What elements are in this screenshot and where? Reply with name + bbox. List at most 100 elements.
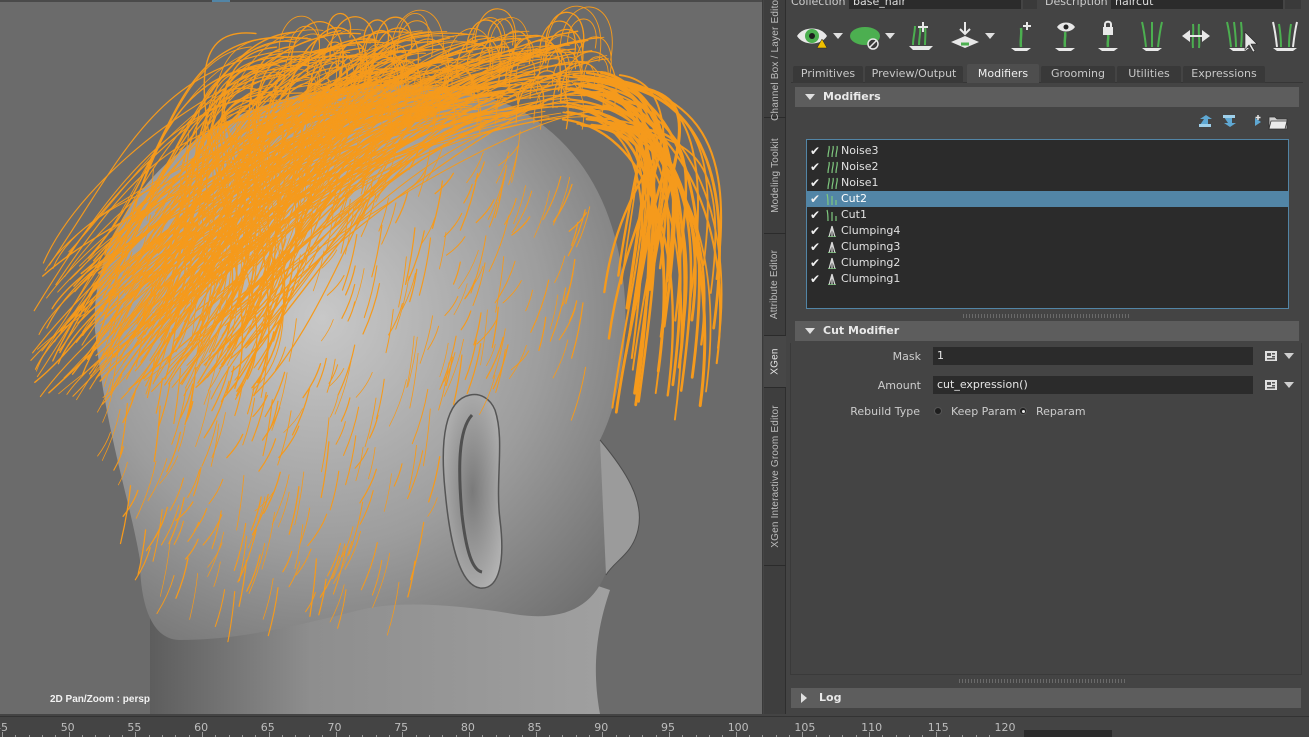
time-slider[interactable]: 4550556065707580859095100105110115120 [0, 716, 1309, 737]
move-down-icon[interactable] [1221, 114, 1239, 128]
tab-primitives[interactable]: Primitives [793, 66, 863, 83]
timeline-tick [802, 732, 804, 737]
xgen-panel: Collection base_hair Description haircut [787, 0, 1309, 714]
current-frame-field[interactable] [1024, 730, 1112, 737]
timeline-frame-label: 100 [727, 721, 749, 734]
add-guides-icon[interactable] [903, 18, 939, 54]
radio-reparam[interactable] [1019, 407, 1027, 415]
guide-select-icon[interactable] [1223, 18, 1259, 54]
modifier-row-noise1[interactable]: ✔ Noise1 [807, 175, 1288, 191]
side-tab-label: Attribute Editor [769, 249, 781, 320]
move-guides-icon[interactable] [947, 18, 999, 54]
radio-keep-param[interactable] [934, 407, 942, 415]
modifier-row-clumping2[interactable]: ✔ Clumping2 [807, 255, 1288, 271]
tab-preview-output[interactable]: Preview/Output [865, 66, 963, 83]
guide-visibility-icon[interactable] [1047, 18, 1083, 54]
modifier-row-cut2[interactable]: ✔ Cut2 [807, 191, 1288, 207]
modifier-row-clumping3[interactable]: ✔ Clumping3 [807, 239, 1288, 255]
collection-dropdown-arrow[interactable] [1023, 0, 1037, 9]
modifier-enabled-checkbox[interactable]: ✔ [810, 191, 822, 207]
clump-modifier-icon [828, 257, 836, 269]
xgen-tab-bar: Primitives Preview/Output Modifiers Groo… [791, 64, 1303, 83]
side-tab-channel-box[interactable]: Channel Box / Layer Editor [764, 0, 786, 121]
modifier-enabled-checkbox[interactable]: ✔ [810, 143, 822, 159]
description-dropdown-arrow[interactable] [1285, 0, 1301, 9]
modifier-enabled-checkbox[interactable]: ✔ [810, 223, 822, 239]
panel-resize-grip[interactable] [959, 679, 1127, 683]
timeline-tick [135, 732, 137, 737]
add-guide-icon[interactable] [1003, 18, 1039, 54]
modifier-name: Noise2 [841, 160, 879, 173]
guide-rebuild-icon[interactable] [1267, 18, 1303, 54]
log-section-header[interactable]: Log [791, 688, 1301, 708]
amount-options-arrow[interactable] [1284, 382, 1294, 388]
collection-dropdown[interactable]: base_hair [849, 0, 1021, 9]
timeline-frame-label: 105 [794, 721, 816, 734]
lock-guides-icon[interactable] [1090, 18, 1126, 54]
list-resize-grip[interactable] [963, 314, 1131, 318]
mask-field[interactable]: 1 [933, 347, 1253, 365]
timeline-tick [202, 732, 204, 737]
log-section-title: Log [819, 691, 842, 704]
timeline-frame-label: 115 [927, 721, 949, 734]
modifier-enabled-checkbox[interactable]: ✔ [810, 271, 822, 287]
modifiers-section-header[interactable]: Modifiers [795, 87, 1299, 107]
viewport-3d[interactable]: 2D Pan/Zoom : persp [0, 0, 763, 714]
modifier-row-clumping1[interactable]: ✔ Clumping1 [807, 271, 1288, 287]
xgen-toolbar [787, 12, 1309, 60]
modifier-name: Clumping3 [841, 240, 901, 253]
viewport-render [30, 5, 723, 714]
modifier-row-cut1[interactable]: ✔ Cut1 [807, 207, 1288, 223]
clump-modifier-icon [828, 273, 836, 285]
clump-modifier-icon [828, 225, 836, 237]
cut-modifier-section-header[interactable]: Cut Modifier [795, 321, 1299, 341]
description-dropdown[interactable]: haircut [1111, 0, 1283, 9]
tab-modifiers[interactable]: Modifiers [967, 64, 1039, 83]
timeline-tick [602, 732, 604, 737]
modifier-enabled-checkbox[interactable]: ✔ [810, 239, 822, 255]
modifier-enabled-checkbox[interactable]: ✔ [810, 207, 822, 223]
noise-modifier-icon [827, 145, 838, 157]
timeline-frame-label: 70 [327, 721, 342, 734]
expression-editor-icon[interactable] [1264, 350, 1278, 362]
timeline-frame-label: 50 [60, 721, 75, 734]
eye-preview-icon[interactable] [793, 18, 845, 54]
timeline-frame-label: 95 [661, 721, 675, 734]
primitive-visibility-icon[interactable] [847, 18, 897, 54]
timeline-tick [2, 732, 3, 737]
expression-editor-icon[interactable] [1264, 379, 1278, 391]
reparam-label: Reparam [1036, 405, 1086, 418]
tab-grooming[interactable]: Grooming [1041, 66, 1115, 83]
side-tab-modeling-toolkit[interactable]: Modeling Toolkit [764, 118, 786, 234]
modifier-name: Cut2 [841, 192, 867, 205]
modifier-enabled-checkbox[interactable]: ✔ [810, 159, 822, 175]
modifiers-section-title: Modifiers [823, 90, 881, 103]
side-tab-attribute-editor[interactable]: Attribute Editor [764, 234, 786, 336]
cut-modifier-section-title: Cut Modifier [823, 324, 900, 337]
mask-options-arrow[interactable] [1284, 353, 1294, 359]
modifier-row-noise3[interactable]: ✔ Noise3 [807, 143, 1288, 159]
timeline-tick [402, 732, 404, 737]
folder-icon[interactable] [1268, 114, 1288, 130]
flip-guides-icon[interactable] [1178, 18, 1214, 54]
modifier-list[interactable]: ✔ Noise3 ✔ Noise2 ✔ Noise1 ✔ Cut2 ✔ Cut1 ✔ Clumping… [806, 139, 1289, 309]
mask-label: Mask [892, 350, 921, 363]
tab-expressions[interactable]: Expressions [1183, 66, 1265, 83]
modifier-row-noise2[interactable]: ✔ Noise2 [807, 159, 1288, 175]
timeline-frame-label: 120 [994, 721, 1016, 734]
timeline-tick [935, 732, 937, 737]
modifier-enabled-checkbox[interactable]: ✔ [810, 175, 822, 191]
tab-utilities[interactable]: Utilities [1117, 66, 1181, 83]
collection-label: Collection [791, 0, 846, 8]
timeline-frame-label: 55 [127, 721, 142, 734]
timeline-tick [869, 732, 871, 737]
amount-field[interactable]: cut_expression() [933, 376, 1253, 394]
modifier-enabled-checkbox[interactable]: ✔ [810, 255, 822, 271]
modifier-row-clumping4[interactable]: ✔ Clumping4 [807, 223, 1288, 239]
cut-modifier-icon [826, 209, 837, 221]
guide-length-icon[interactable] [1134, 18, 1170, 54]
timeline-frame-label: 90 [594, 721, 609, 734]
add-modifier-icon[interactable] [1245, 114, 1263, 128]
move-up-icon[interactable] [1197, 114, 1215, 128]
keep-param-label: Keep Param [951, 405, 1017, 418]
